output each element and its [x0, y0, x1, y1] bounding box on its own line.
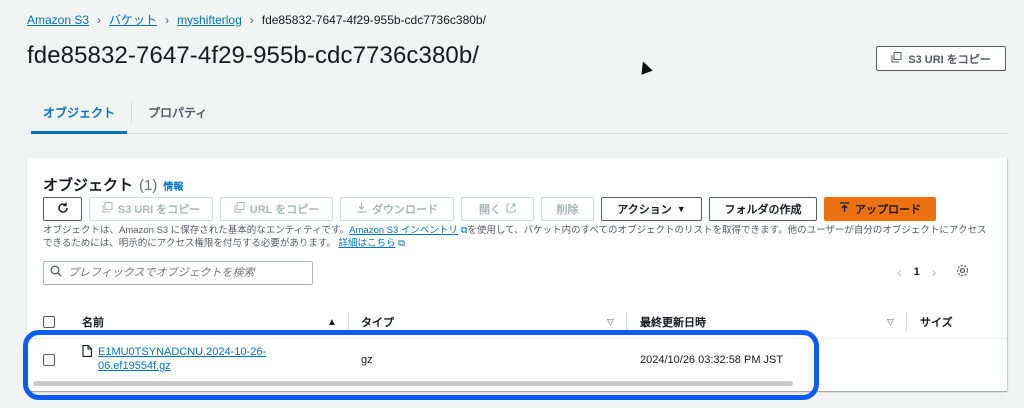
learn-more-link[interactable]: 詳細はこちら	[339, 238, 396, 249]
upload-icon	[839, 202, 850, 216]
breadcrumb-link-amazon-s3[interactable]: Amazon S3	[27, 13, 89, 27]
panel-header: オブジェクト (1) 情報	[43, 174, 183, 195]
copy-icon	[891, 51, 902, 66]
search-input[interactable]	[68, 267, 298, 279]
copy-icon	[234, 202, 245, 216]
copy-s3-uri-toolbar-button[interactable]: S3 URI をコピー	[89, 197, 213, 221]
sort-icon[interactable]: ▽	[887, 305, 894, 339]
column-header-size[interactable]: サイズ	[920, 305, 953, 339]
inventory-link[interactable]: Amazon S3 インベントリ	[349, 225, 458, 236]
tab-bar: オブジェクト プロパティ	[27, 94, 1007, 134]
download-label: ダウンロード	[372, 204, 438, 216]
column-divider	[906, 313, 907, 331]
copy-s3-uri-label: S3 URI をコピー	[908, 53, 991, 66]
pagination: ‹ 1 ›	[897, 264, 969, 280]
column-divider	[348, 313, 349, 331]
info-link[interactable]: 情報	[163, 178, 183, 193]
breadcrumb-link-bucket[interactable]: myshifterlog	[177, 13, 242, 27]
search-box[interactable]	[43, 261, 313, 285]
mouse-cursor-icon	[637, 59, 653, 75]
description-text-1: オブジェクトは、Amazon S3 に保存された基本的なエンティティです。	[43, 225, 350, 236]
previous-page-icon[interactable]: ‹	[897, 264, 902, 280]
upload-label: アップロード	[855, 204, 921, 216]
external-link-icon: ⧉	[457, 225, 468, 236]
tab-properties[interactable]: プロパティ	[132, 94, 223, 133]
download-button[interactable]: ダウンロード	[340, 197, 454, 221]
delete-label: 削除	[556, 204, 579, 216]
current-page[interactable]: 1	[914, 266, 920, 278]
copy-s3-uri-toolbar-label: S3 URI をコピー	[117, 204, 201, 216]
search-icon	[50, 264, 62, 282]
open-button[interactable]: 開く	[461, 197, 534, 221]
chevron-right-icon: ›	[97, 12, 102, 27]
create-folder-label: フォルダの作成	[724, 204, 802, 216]
copy-icon	[102, 202, 113, 216]
download-icon	[356, 202, 367, 216]
copy-s3-uri-button[interactable]: S3 URI をコピー	[876, 46, 1006, 71]
copy-url-button[interactable]: URL をコピー	[220, 197, 333, 221]
breadcrumb-current: fde85832-7647-4f29-955b-cdc7736c380b/	[261, 12, 486, 27]
objects-description: オブジェクトは、Amazon S3 に保存された基本的なエンティティです。Ama…	[43, 224, 993, 250]
refresh-icon	[57, 202, 69, 217]
upload-button[interactable]: アップロード	[824, 197, 936, 221]
column-divider	[626, 313, 627, 331]
page-title: fde85832-7647-4f29-955b-cdc7736c380b/	[27, 42, 480, 69]
breadcrumb-link-buckets[interactable]: バケット	[109, 11, 157, 28]
breadcrumb: Amazon S3 › バケット › myshifterlog › fde858…	[27, 11, 486, 28]
object-count: (1)	[139, 177, 158, 194]
settings-gear-icon[interactable]	[956, 264, 969, 280]
external-link-icon	[506, 202, 516, 216]
next-page-icon[interactable]: ›	[932, 264, 937, 280]
actions-dropdown[interactable]: アクション ▼	[601, 197, 702, 221]
objects-toolbar: S3 URI をコピー URL をコピー ダウンロード 開く 削除 アクション …	[43, 197, 936, 221]
copy-url-label: URL をコピー	[249, 204, 320, 216]
highlight-annotation	[23, 330, 819, 400]
tab-objects[interactable]: オブジェクト	[27, 94, 131, 134]
create-folder-button[interactable]: フォルダの作成	[709, 197, 817, 221]
panel-title: オブジェクト	[43, 177, 134, 194]
delete-button[interactable]: 削除	[541, 197, 594, 221]
refresh-button[interactable]	[43, 197, 82, 221]
actions-label: アクション	[617, 204, 672, 216]
chevron-right-icon: ›	[249, 12, 254, 27]
external-link-icon: ⧉	[395, 238, 405, 249]
caret-down-icon: ▼	[676, 204, 686, 214]
open-label: 開く	[479, 204, 501, 216]
chevron-right-icon: ›	[165, 12, 170, 27]
